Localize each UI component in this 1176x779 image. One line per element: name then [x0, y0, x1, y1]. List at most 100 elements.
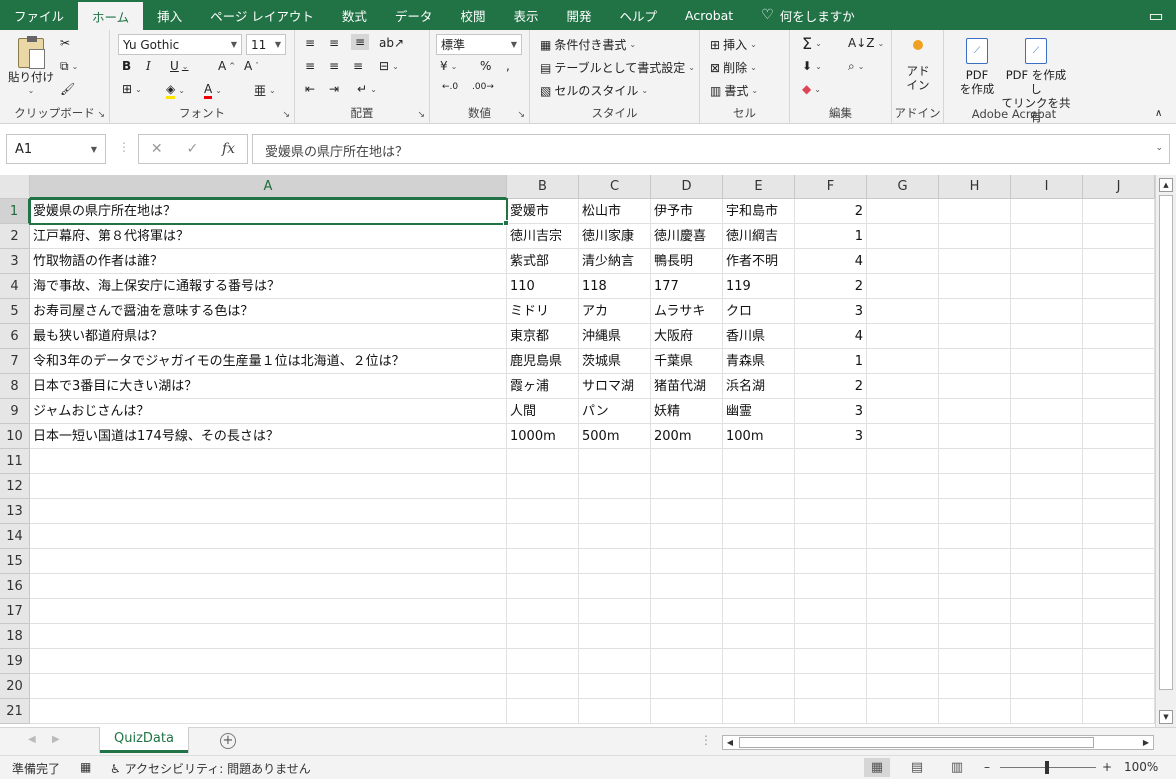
- cell[interactable]: [1083, 324, 1155, 349]
- cell[interactable]: 3: [795, 424, 867, 449]
- cell[interactable]: [1083, 424, 1155, 449]
- cell[interactable]: [1011, 699, 1083, 724]
- column-header[interactable]: A: [30, 175, 507, 199]
- prev-sheet-icon[interactable]: ◀: [28, 734, 36, 745]
- currency-icon[interactable]: ¥ ⌄: [440, 59, 457, 73]
- cell[interactable]: [939, 349, 1011, 374]
- cell[interactable]: [939, 199, 1011, 224]
- cell[interactable]: [795, 499, 867, 524]
- cell[interactable]: [651, 674, 723, 699]
- cell[interactable]: [507, 699, 579, 724]
- cell[interactable]: [579, 449, 651, 474]
- font-color-icon[interactable]: A ⌄: [204, 82, 222, 99]
- cell[interactable]: [1011, 224, 1083, 249]
- cell[interactable]: [1011, 424, 1083, 449]
- cell[interactable]: 作者不明: [723, 249, 795, 274]
- scrollbar-thumb[interactable]: [1159, 195, 1173, 690]
- cell[interactable]: [579, 699, 651, 724]
- cell[interactable]: [507, 499, 579, 524]
- cell[interactable]: [867, 299, 939, 324]
- cell[interactable]: [939, 374, 1011, 399]
- horizontal-scrollbar[interactable]: ◀ ▶: [722, 735, 1154, 750]
- cell[interactable]: 4: [795, 324, 867, 349]
- cell[interactable]: 宇和島市: [723, 199, 795, 224]
- cell[interactable]: [1083, 699, 1155, 724]
- cell[interactable]: [867, 349, 939, 374]
- cell[interactable]: [579, 599, 651, 624]
- row-header[interactable]: 16: [0, 574, 30, 599]
- cell[interactable]: [1083, 399, 1155, 424]
- cell[interactable]: 200m: [651, 424, 723, 449]
- row-header[interactable]: 20: [0, 674, 30, 699]
- cell[interactable]: [795, 549, 867, 574]
- cell[interactable]: [867, 274, 939, 299]
- cell[interactable]: 伊予市: [651, 199, 723, 224]
- tab-6[interactable]: 校閲: [446, 0, 499, 30]
- scroll-right-icon[interactable]: ▶: [1139, 736, 1153, 749]
- cell[interactable]: 500m: [579, 424, 651, 449]
- cell[interactable]: 徳川綱吉: [723, 224, 795, 249]
- cell[interactable]: [30, 599, 507, 624]
- cell[interactable]: 1: [795, 224, 867, 249]
- tab-9[interactable]: ヘルプ: [605, 0, 671, 30]
- cell[interactable]: [939, 424, 1011, 449]
- cell[interactable]: [723, 474, 795, 499]
- font-name-combo[interactable]: Yu Gothic ▼: [118, 34, 242, 55]
- row-header[interactable]: 18: [0, 624, 30, 649]
- cell[interactable]: 最も狭い都道府県は？: [30, 324, 507, 349]
- cell[interactable]: [30, 699, 507, 724]
- cell[interactable]: 100m: [723, 424, 795, 449]
- cell[interactable]: [1083, 649, 1155, 674]
- row-header[interactable]: 6: [0, 324, 30, 349]
- row-header[interactable]: 4: [0, 274, 30, 299]
- increase-decimal-icon[interactable]: ←.0: [442, 82, 458, 92]
- row-header[interactable]: 8: [0, 374, 30, 399]
- align-top-icon[interactable]: ≡: [305, 36, 315, 50]
- increase-indent-icon[interactable]: ⇥: [329, 82, 339, 96]
- format-cells-button[interactable]: ▥ 書式 ⌄: [710, 82, 758, 99]
- cell[interactable]: [579, 574, 651, 599]
- row-header[interactable]: 17: [0, 599, 30, 624]
- zoom-out-icon[interactable]: –: [984, 760, 990, 774]
- cell[interactable]: [507, 449, 579, 474]
- cell[interactable]: [939, 499, 1011, 524]
- cell[interactable]: 2: [795, 199, 867, 224]
- cell[interactable]: [1011, 324, 1083, 349]
- cell[interactable]: [1083, 499, 1155, 524]
- cell[interactable]: 紫式部: [507, 249, 579, 274]
- cell[interactable]: [867, 549, 939, 574]
- cell[interactable]: [651, 599, 723, 624]
- cell[interactable]: 鹿児島県: [507, 349, 579, 374]
- cell[interactable]: 千葉県: [651, 349, 723, 374]
- cell[interactable]: [1011, 199, 1083, 224]
- cell[interactable]: [939, 624, 1011, 649]
- cell[interactable]: [30, 624, 507, 649]
- zoom-slider-thumb[interactable]: [1045, 761, 1049, 774]
- fill-icon[interactable]: ⬇ ⌄: [802, 59, 822, 73]
- dialog-launcher-icon[interactable]: ↘: [97, 110, 105, 120]
- cell[interactable]: [1083, 549, 1155, 574]
- align-right-icon[interactable]: ≡: [353, 59, 363, 73]
- cell[interactable]: [723, 599, 795, 624]
- tab-10[interactable]: Acrobat: [671, 0, 747, 30]
- worksheet-grid[interactable]: A B C D E F G H I J 1 愛媛県の県庁所在地は？ 愛媛市 松山市 伊予市 宇和島市 2 2 江戸幕…: [0, 175, 1155, 727]
- cell[interactable]: [507, 599, 579, 624]
- cell[interactable]: [867, 474, 939, 499]
- autosum-icon[interactable]: Σ ⌄: [802, 34, 822, 53]
- cell[interactable]: [939, 224, 1011, 249]
- cell[interactable]: [939, 574, 1011, 599]
- dialog-launcher-icon[interactable]: ↘: [517, 110, 525, 120]
- shrink-font-icon[interactable]: Aˇ: [244, 59, 259, 73]
- cell[interactable]: 青森県: [723, 349, 795, 374]
- column-header[interactable]: E: [723, 175, 795, 199]
- cell[interactable]: [939, 399, 1011, 424]
- cell[interactable]: [579, 674, 651, 699]
- cell[interactable]: パン: [579, 399, 651, 424]
- row-header[interactable]: 7: [0, 349, 30, 374]
- cell[interactable]: [1011, 299, 1083, 324]
- cell[interactable]: [651, 524, 723, 549]
- cell[interactable]: [939, 599, 1011, 624]
- cell[interactable]: [30, 474, 507, 499]
- cell[interactable]: [579, 499, 651, 524]
- format-painter-icon[interactable]: 🖌: [60, 82, 75, 96]
